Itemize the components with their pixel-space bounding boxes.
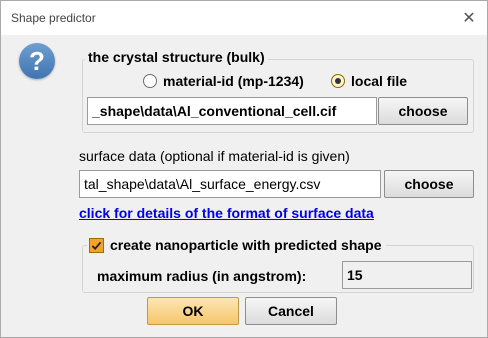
nanoparticle-checkbox-label: create nanoparticle with predicted shape	[110, 237, 382, 253]
dialog-content: ? the crystal structure (bulk) material-…	[1, 35, 487, 337]
surface-choose-button[interactable]: choose	[384, 170, 474, 198]
ok-button[interactable]: OK	[147, 297, 239, 325]
surface-format-link[interactable]: click for details of the format of surfa…	[79, 205, 374, 221]
crystal-structure-legend: the crystal structure (bulk)	[85, 49, 268, 65]
radio-local-file-circle[interactable]	[331, 74, 345, 88]
max-radius-label: maximum radius (in angstrom):	[97, 268, 307, 284]
max-radius-field[interactable]: 15	[342, 261, 472, 289]
surface-file-field[interactable]: tal_shape\data\Al_surface_energy.csv	[79, 170, 381, 198]
window-title: Shape predictor	[11, 11, 96, 25]
crystal-choose-button[interactable]: choose	[378, 97, 468, 125]
title-bar: Shape predictor ✕	[1, 1, 487, 35]
radio-local-file[interactable]: local file	[331, 73, 407, 89]
shape-predictor-dialog: Shape predictor ✕ ? the crystal structur…	[0, 0, 488, 338]
cancel-button[interactable]: Cancel	[245, 297, 337, 325]
crystal-file-field[interactable]: _shape\data\Al_conventional_cell.cif	[87, 97, 377, 125]
close-icon[interactable]: ✕	[455, 5, 483, 31]
radio-material-id-circle[interactable]	[143, 74, 157, 88]
radio-selected-dot	[335, 78, 341, 84]
nanoparticle-checkbox-row[interactable]: create nanoparticle with predicted shape	[87, 237, 386, 253]
nanoparticle-checkbox[interactable]	[89, 237, 104, 253]
radio-material-id[interactable]: material-id (mp-1234)	[143, 73, 304, 89]
radio-material-id-label: material-id (mp-1234)	[163, 73, 304, 89]
question-icon: ?	[19, 43, 55, 79]
checkmark-icon	[91, 241, 102, 250]
surface-data-label: surface data (optional if material-id is…	[79, 148, 350, 164]
radio-local-file-label: local file	[351, 73, 408, 89]
